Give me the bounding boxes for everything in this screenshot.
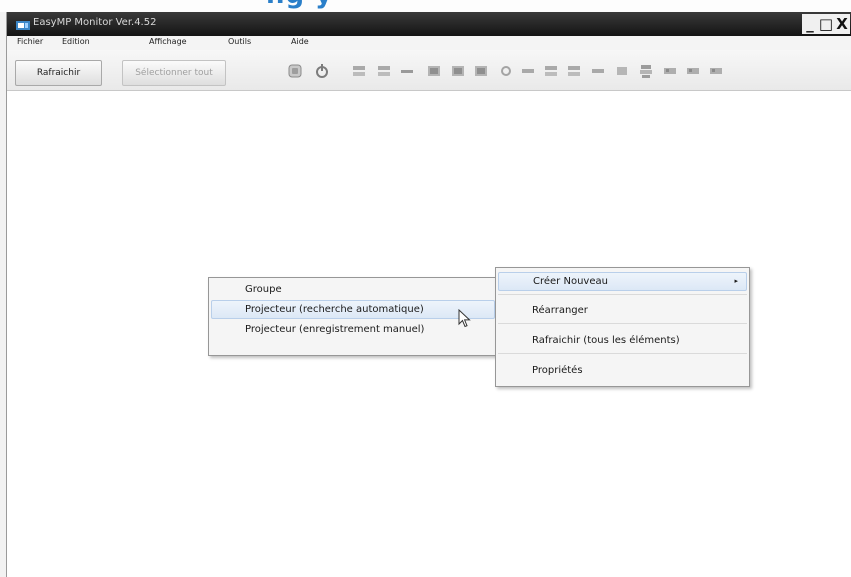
- context-item-rearranger[interactable]: Réarranger: [498, 301, 747, 320]
- bar-icon[interactable]: [591, 64, 605, 78]
- projector-view-icon[interactable]: [474, 64, 488, 78]
- bar-icon[interactable]: [521, 64, 535, 78]
- projector-small-icon[interactable]: [663, 64, 677, 78]
- gear-small-icon[interactable]: [499, 64, 513, 78]
- menu-edition[interactable]: Edition: [62, 37, 90, 46]
- minimize-button[interactable]: _: [802, 14, 818, 34]
- menu-aide[interactable]: Aide: [291, 37, 309, 46]
- context-submenu: Groupe Projecteur (recherche automatique…: [208, 277, 498, 356]
- background-page-strip: ng y: [0, 0, 851, 12]
- context-item-label: Propriétés: [532, 365, 583, 376]
- context-item-label: Projecteur (recherche automatique): [245, 304, 424, 315]
- monitor-off-icon[interactable]: [288, 64, 302, 78]
- context-item-label: Projecteur (enregistrement manuel): [245, 324, 425, 335]
- menu-affichage[interactable]: Affichage: [149, 37, 187, 46]
- display-icon[interactable]: [615, 64, 629, 78]
- projector-grid-icon[interactable]: [352, 64, 366, 78]
- close-button[interactable]: X: [834, 14, 850, 34]
- context-menu: Créer Nouveau ▸ Réarranger Rafraichir (t…: [495, 267, 750, 387]
- menu-separator: [498, 353, 747, 354]
- projector-view-icon[interactable]: [451, 64, 465, 78]
- projector-view-icon[interactable]: [427, 64, 441, 78]
- menu-separator: [498, 294, 747, 295]
- context-item-rafraichir-tous[interactable]: Rafraichir (tous les éléments): [498, 331, 747, 350]
- mouse-cursor-icon: [458, 309, 471, 328]
- select-all-button[interactable]: Sélectionner tout: [122, 60, 226, 86]
- stack-icon[interactable]: [639, 64, 653, 78]
- projector-small-icon[interactable]: [709, 64, 723, 78]
- window-title: EasyMP Monitor Ver.4.52: [33, 17, 157, 28]
- menu-fichier[interactable]: Fichier: [17, 37, 43, 46]
- projector-grid-icon[interactable]: [377, 64, 391, 78]
- context-item-label: Réarranger: [532, 305, 588, 316]
- background-heading: ng y: [266, 0, 333, 10]
- submenu-arrow-icon: ▸: [734, 277, 738, 285]
- menu-bar: Fichier Edition Affichage Outils Aide: [7, 36, 851, 50]
- context-item-label: Rafraichir (tous les éléments): [532, 335, 680, 346]
- context-item-proprietes[interactable]: Propriétés: [498, 361, 747, 380]
- projector-small-icon[interactable]: [686, 64, 700, 78]
- menu-outils[interactable]: Outils: [228, 37, 251, 46]
- window-controls: _ □ X: [802, 14, 850, 34]
- menu-separator: [498, 323, 747, 324]
- context-item-groupe[interactable]: Groupe: [211, 280, 495, 299]
- projector-grid-icon[interactable]: [567, 64, 581, 78]
- power-icon[interactable]: [315, 64, 329, 78]
- dash-icon[interactable]: [400, 64, 414, 78]
- projector-grid-icon[interactable]: [544, 64, 558, 78]
- toolbar: Rafraichir Sélectionner tout: [7, 50, 851, 91]
- context-item-label: Créer Nouveau: [533, 276, 608, 287]
- title-bar[interactable]: EasyMP Monitor Ver.4.52 _ □ X: [7, 12, 851, 36]
- context-item-projecteur-manuel[interactable]: Projecteur (enregistrement manuel): [211, 320, 495, 339]
- context-item-projecteur-auto[interactable]: Projecteur (recherche automatique): [211, 300, 495, 319]
- app-window: EasyMP Monitor Ver.4.52 _ □ X Fichier Ed…: [6, 12, 851, 577]
- app-icon: [15, 17, 31, 30]
- refresh-button[interactable]: Rafraichir: [15, 60, 102, 86]
- maximize-button[interactable]: □: [818, 14, 834, 34]
- context-item-creer-nouveau[interactable]: Créer Nouveau ▸: [498, 272, 747, 291]
- context-item-label: Groupe: [245, 284, 282, 295]
